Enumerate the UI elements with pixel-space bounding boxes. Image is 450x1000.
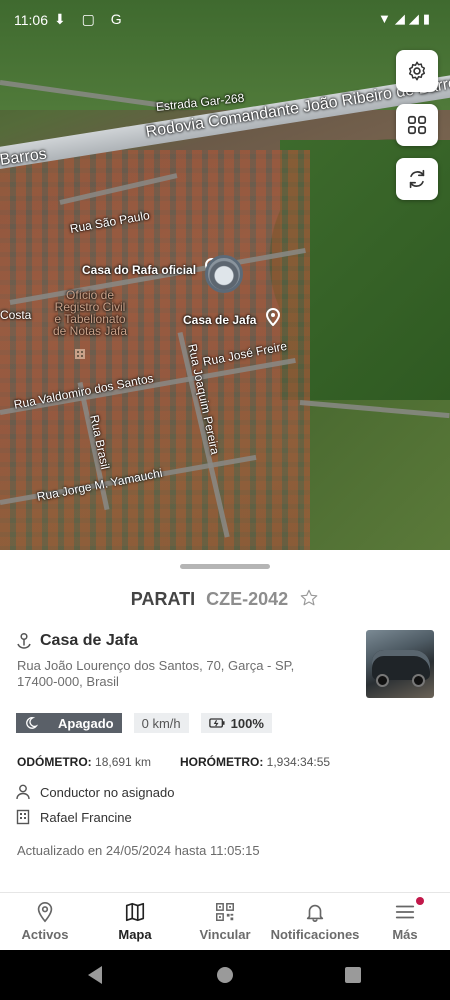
map-street-label: Costa — [0, 308, 32, 322]
ignition-status-badge: Apagado — [16, 713, 122, 733]
map-pin-label[interactable]: Casa de Jafa — [183, 313, 256, 327]
bottom-navigation: Activos Mapa Vincular Notificaciones Más — [0, 892, 450, 950]
menu-icon — [395, 905, 415, 919]
nav-item-mapa[interactable]: Mapa — [90, 893, 180, 950]
car-wheel — [412, 674, 425, 687]
refresh-icon — [409, 169, 425, 189]
building-icon — [16, 809, 30, 825]
vehicle-title: PARATI CZE-2042 — [0, 588, 450, 610]
map-pin-label[interactable]: Casa do Rafa oficial — [82, 263, 196, 277]
driver-row: Conductor no asignado — [16, 784, 174, 800]
map-view[interactable]: Estrada Gar-268 Rodovia Comandante João … — [0, 0, 450, 560]
map-field — [300, 400, 450, 560]
location-anchor-icon — [17, 632, 31, 649]
vehicle-model: PARATI — [130, 589, 196, 609]
battery-value: 100% — [230, 715, 264, 731]
nav-item-mas[interactable]: Más — [360, 893, 450, 950]
building-icon — [75, 349, 85, 359]
odometer: ODÓMETRO: 18,691 km — [17, 755, 151, 769]
system-navigation-bar — [0, 950, 450, 1000]
status-chips: Apagado 0 km/h 100% — [16, 713, 272, 733]
refresh-button[interactable] — [396, 158, 438, 200]
vehicle-plate: CZE-2042 — [206, 589, 289, 609]
recents-icon[interactable] — [345, 967, 361, 983]
vehicle-marker[interactable] — [205, 255, 243, 293]
status-time: 11:06 — [14, 12, 48, 28]
nav-label: Más — [392, 927, 418, 942]
vehicle-detail-sheet: PARATI CZE-2042 Casa de Jafa Rua João Lo… — [0, 550, 450, 892]
nav-item-vincular[interactable]: Vincular — [180, 893, 270, 950]
moon-icon — [26, 717, 38, 729]
notification-dot — [416, 897, 424, 905]
map-icon — [125, 902, 145, 922]
company-row: Rafael Francine — [16, 809, 132, 825]
gear-icon — [408, 61, 426, 81]
hourmeter-label: HORÓMETRO: — [180, 755, 264, 769]
company-name: Rafael Francine — [40, 809, 132, 825]
speed-badge: 0 km/h — [133, 713, 189, 733]
nav-item-notificaciones[interactable]: Notificaciones — [270, 893, 360, 950]
odometer-label: ODÓMETRO: — [17, 755, 92, 769]
hourmeter-value: 1,934:34:55 — [266, 755, 331, 769]
sheet-drag-handle[interactable] — [180, 564, 270, 569]
map-pin-icon[interactable] — [266, 308, 280, 326]
back-icon[interactable] — [88, 966, 102, 984]
status-notification-icons: ⬇ ▢ G — [54, 11, 128, 27]
nav-label: Activos — [21, 927, 69, 942]
battery-badge: 100% — [200, 713, 272, 733]
qr-icon — [216, 903, 234, 921]
status-system-icons: ▼◢◢▮ — [377, 11, 434, 26]
favorite-star-icon[interactable] — [299, 588, 319, 608]
car-wheel — [376, 674, 389, 687]
layers-grid-button[interactable] — [396, 104, 438, 146]
status-bar: 11:06 ⬇ ▢ G ▼◢◢▮ — [0, 0, 450, 40]
place-name: Casa de Jafa — [40, 632, 138, 649]
battery-icon — [208, 718, 225, 728]
nav-label: Vincular — [199, 927, 251, 942]
ignition-status-label: Apagado — [58, 715, 114, 731]
vehicle-address: Rua João Lourenço dos Santos, 70, Garça … — [17, 658, 295, 689]
nav-label: Mapa — [118, 927, 152, 942]
driver-name: Conductor no asignado — [40, 784, 175, 800]
home-icon[interactable] — [217, 967, 233, 983]
vehicle-photo[interactable] — [366, 630, 434, 698]
map-poi-label: Ofício de Registro Civil e Tabelionato d… — [52, 288, 128, 338]
odometer-value: 18,691 km — [95, 755, 152, 769]
hourmeter: HORÓMETRO: 1,934:34:55 — [180, 755, 330, 769]
person-icon — [16, 784, 30, 800]
nav-item-activos[interactable]: Activos — [0, 893, 90, 950]
nav-label: Notificaciones — [270, 927, 360, 942]
settings-button[interactable] — [396, 50, 438, 92]
last-updated: Actualizado en 24/05/2024 hasta 11:05:15 — [17, 843, 260, 858]
grid-icon — [407, 115, 427, 135]
pin-icon — [37, 902, 53, 923]
bell-icon — [306, 904, 324, 922]
